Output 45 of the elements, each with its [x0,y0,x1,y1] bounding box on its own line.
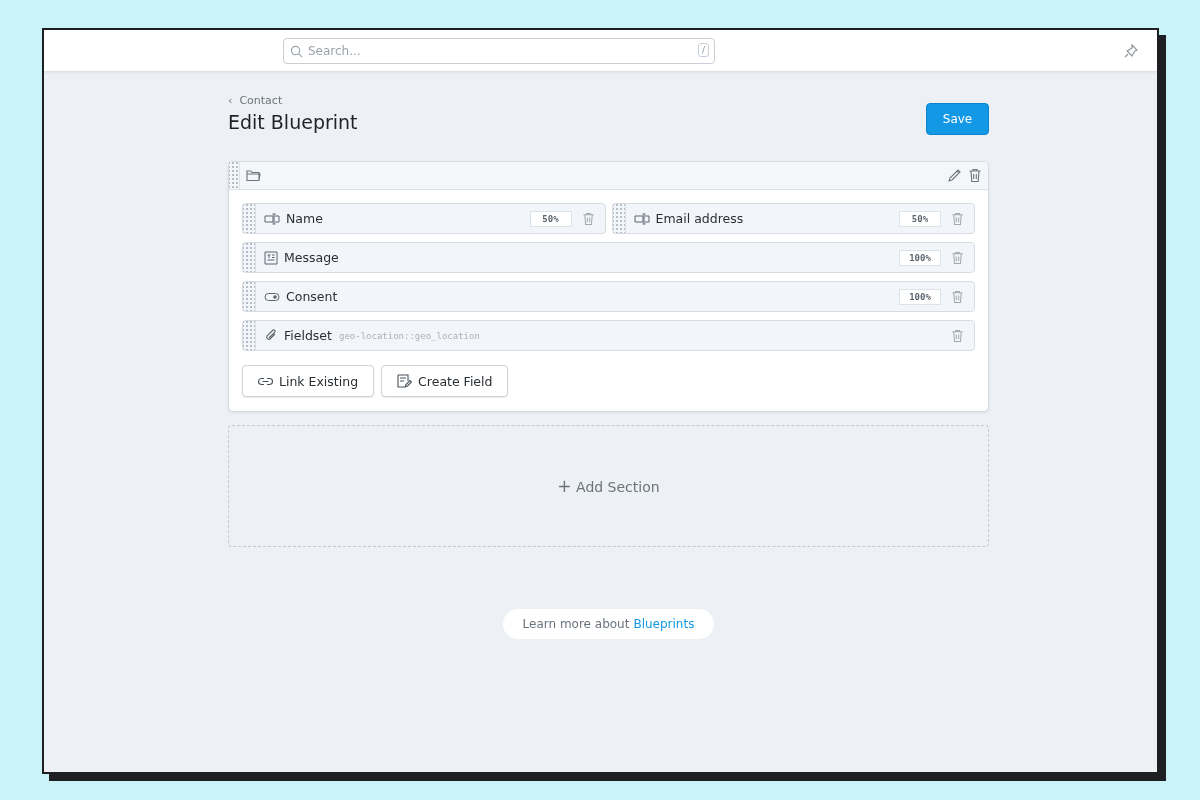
drag-handle-icon[interactable] [243,282,256,311]
field-label: Message [284,250,339,265]
page-title: Edit Blueprint [228,111,358,133]
trash-icon[interactable] [951,250,964,265]
trash-icon[interactable] [951,289,964,304]
learn-more-text: Learn more about [522,617,630,631]
add-section-button[interactable]: + Add Section [228,425,989,547]
pencil-icon[interactable] [947,168,962,183]
field-label: Consent [286,289,338,304]
field-label: Name [286,211,323,226]
text-input-icon [633,212,650,225]
shortcut-key: / [697,42,709,57]
width-selector[interactable]: 100% [899,288,941,305]
width-selector[interactable]: 50% [529,210,572,227]
field-row[interactable]: Fieldset geo-location::geo_location [242,320,975,351]
field-handle: geo-location::geo_location [338,330,480,341]
drag-handle-icon[interactable] [243,204,256,233]
trash-icon[interactable] [951,328,964,343]
blueprints-link[interactable]: Blueprints [633,617,695,631]
paperclip-icon [264,328,278,343]
link-icon [258,376,273,386]
width-selector[interactable]: 50% [899,210,941,227]
field-label: Email address [655,211,744,226]
link-existing-button[interactable]: Link Existing [242,365,375,397]
field-label: Fieldset [284,328,332,343]
trash-icon[interactable] [581,211,595,226]
pin-icon[interactable] [1123,43,1139,59]
search-icon [290,44,303,58]
drag-handle-icon[interactable] [612,204,626,233]
trash-icon[interactable] [951,211,964,226]
field-row[interactable]: Message 100% [242,242,975,273]
field-row[interactable]: Consent 100% [242,281,975,312]
drag-handle-icon[interactable] [229,162,240,189]
folder-icon [246,169,261,182]
create-field-button[interactable]: Create Field [381,365,509,397]
drag-handle-icon[interactable] [243,243,256,272]
form-edit-icon [397,373,413,389]
drag-handle-icon[interactable] [243,321,256,350]
text-input-icon [264,212,280,225]
textarea-icon [264,250,278,265]
field-row[interactable]: Email address 50% [611,203,975,234]
toggle-icon [264,291,280,302]
trash-icon[interactable] [968,168,982,183]
width-selector[interactable]: 100% [899,249,941,266]
field-row[interactable]: Name 50% [242,203,606,234]
